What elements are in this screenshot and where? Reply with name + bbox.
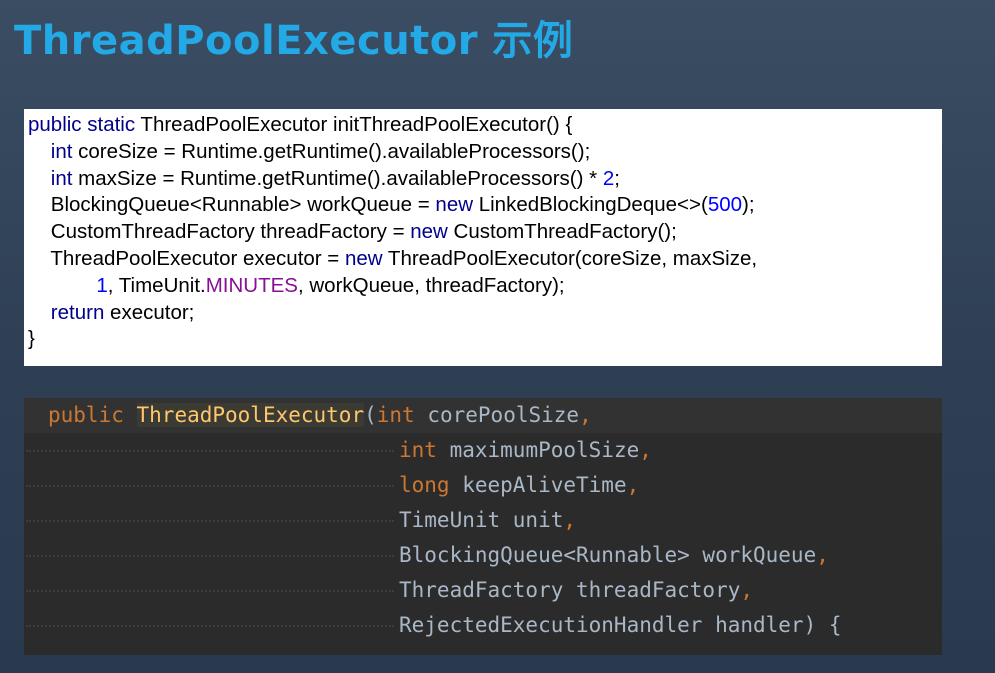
code-token: int <box>50 139 73 163</box>
code-token: ( <box>364 403 377 427</box>
code-line: public static ThreadPoolExecutor initThr… <box>28 112 942 139</box>
code-line: public ThreadPoolExecutor(int corePoolSi… <box>24 398 942 433</box>
page-title: ThreadPoolExecutor 示例 <box>14 18 574 64</box>
code-token: ); <box>742 193 755 217</box>
code-token: keepAliveTime <box>449 473 627 497</box>
code-line: BlockingQueue<Runnable> workQueue, <box>24 538 942 573</box>
code-token: ThreadPoolExecutor initThreadPoolExecuto… <box>135 113 573 136</box>
code-token: CustomThreadFactory(); <box>447 220 677 244</box>
code-line: int maxSize = Runtime.getRuntime().avail… <box>28 166 942 193</box>
code-line: RejectedExecutionHandler handler) { <box>24 608 942 643</box>
code-line: ThreadPoolExecutor executor = new Thread… <box>28 246 942 273</box>
code-token: , <box>740 578 754 602</box>
code-token: LinkedBlockingDeque<>( <box>473 193 708 217</box>
code-token: corePoolSize <box>414 403 580 427</box>
code-token: 1 <box>96 273 108 297</box>
code-snippet-constructor-signature: public ThreadPoolExecutor(int corePoolSi… <box>24 398 942 655</box>
code-token: } <box>28 327 35 351</box>
code-token: BlockingQueue<Runnable> workQueue <box>399 543 817 567</box>
code-snippet-init-executor: public static ThreadPoolExecutor initThr… <box>24 109 942 366</box>
code-token: , <box>563 508 577 532</box>
code-token: MINUTES <box>205 273 298 297</box>
code-token: , <box>579 403 592 427</box>
code-line: BlockingQueue<Runnable> workQueue = new … <box>28 192 942 219</box>
code-token: new <box>410 220 448 244</box>
code-token: executor; <box>104 300 195 324</box>
code-line: ThreadFactory threadFactory, <box>24 573 942 608</box>
code-token: long <box>399 473 450 497</box>
code-token: , <box>626 473 640 497</box>
code-line: int coreSize = Runtime.getRuntime().avai… <box>28 139 942 166</box>
code-token: , <box>639 438 652 462</box>
code-token: 500 <box>707 193 743 217</box>
code-line: int maximumPoolSize, <box>24 433 942 468</box>
code-line: TimeUnit unit, <box>24 503 942 538</box>
code-token: public static <box>28 113 136 136</box>
code-line: return executor; <box>28 300 942 327</box>
code-token: ; <box>614 166 620 190</box>
code-token: maxSize = Runtime.getRuntime().available… <box>72 166 603 190</box>
code-token: coreSize = Runtime.getRuntime().availabl… <box>72 139 591 163</box>
code-token: ThreadPoolExecutor <box>136 403 365 427</box>
code-token: CustomThreadFactory threadFactory = <box>28 220 411 244</box>
code-token: ThreadPoolExecutor executor = <box>28 246 345 270</box>
code-token: new <box>435 193 474 217</box>
code-line: 1, TimeUnit.MINUTES, workQueue, threadFa… <box>28 273 942 300</box>
code-token: int <box>376 403 415 427</box>
code-token: int <box>399 438 437 462</box>
code-token: , workQueue, threadFactory); <box>297 273 565 297</box>
code-token: ThreadFactory threadFactory <box>399 578 741 602</box>
code-token: new <box>344 246 383 270</box>
code-token: maximumPoolSize <box>436 438 640 462</box>
code-token: public <box>48 403 124 427</box>
code-token: return <box>50 300 105 324</box>
code-token: 2 <box>602 166 615 190</box>
code-token: BlockingQueue<Runnable> workQueue = <box>28 193 436 217</box>
code-line: long keepAliveTime, <box>24 468 942 503</box>
code-token: , TimeUnit. <box>107 273 206 297</box>
code-line: CustomThreadFactory threadFactory = new … <box>28 219 942 246</box>
code-token: TimeUnit unit <box>399 508 564 532</box>
code-token: , <box>816 543 829 567</box>
code-token: int <box>50 166 73 190</box>
code-token: RejectedExecutionHandler handler) { <box>399 613 842 637</box>
code-line: } <box>28 326 942 353</box>
code-token: ThreadPoolExecutor(coreSize, maxSize, <box>382 246 758 270</box>
